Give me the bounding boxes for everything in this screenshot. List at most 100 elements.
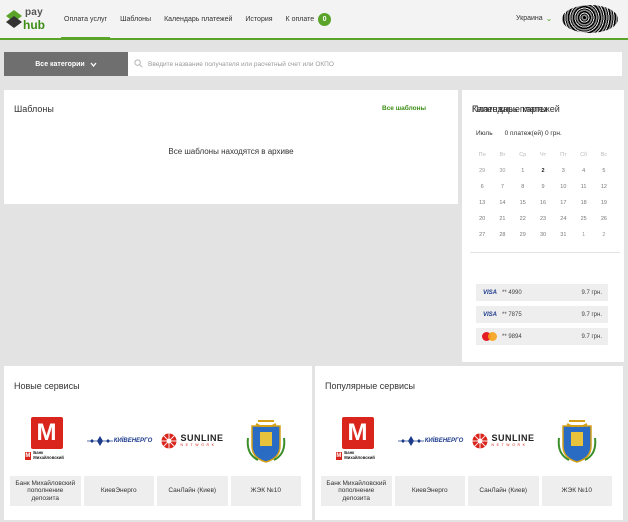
all-categories-button[interactable]: Все категории — [4, 52, 128, 76]
kievenergo-emblem-icon — [86, 436, 113, 446]
nav-pay-services-label: Оплата услуг — [64, 15, 108, 23]
payment-card-row[interactable]: ** 9894 9.7 грн. — [476, 328, 608, 345]
calendar-day[interactable]: 31 — [553, 232, 573, 238]
calendar-day[interactable]: 2 — [533, 168, 553, 174]
popular-services-panel: Популярные сервисы M M Банк Михайловский … — [315, 366, 623, 520]
mastercard-icon — [481, 332, 499, 341]
calendar-day[interactable]: 4 — [573, 168, 593, 174]
calendar-summary: Июль 0 платеж(ей) 0 грн. — [476, 130, 562, 137]
calendar-day[interactable]: 13 — [472, 200, 492, 206]
user-avatar[interactable] — [562, 5, 618, 33]
calendar-week-row: 27 28 29 30 31 1 2 — [472, 227, 622, 243]
calendar-day[interactable]: 23 — [533, 216, 553, 222]
service-logos-row: M M Банк Михайловский КИЇВЕНЕРГО SUNLINE… — [10, 412, 310, 470]
nav-pay-services[interactable]: Оплата услуг — [60, 0, 111, 39]
calendar-day[interactable]: 24 — [553, 216, 573, 222]
sunline-logo[interactable]: SUNLINE NETWORK — [156, 412, 229, 470]
calendar-day[interactable]: 1 — [573, 232, 593, 238]
calendar-day[interactable]: 21 — [492, 216, 512, 222]
calendar-day[interactable]: 25 — [573, 216, 593, 222]
service-tiles-row: Банк Михайловский пополнение депозита Ки… — [321, 476, 621, 506]
nav-history[interactable]: История — [245, 0, 272, 38]
chevron-down-icon: ⌄ — [545, 14, 553, 23]
main-nav: Оплата услуг Шаблоны Календарь платежей … — [60, 0, 344, 39]
calendar-payments-total: 0 платеж(ей) 0 грн. — [504, 130, 562, 137]
calendar-day[interactable]: 7 — [492, 184, 512, 190]
service-tile[interactable]: ЖЭК №10 — [541, 476, 612, 506]
card-number: ** 9894 — [502, 333, 522, 340]
calendar-month[interactable]: Июль — [476, 130, 493, 137]
calendar-day[interactable]: 9 — [533, 184, 553, 190]
calendar-day[interactable]: 8 — [513, 184, 533, 190]
nav-payment-calendar[interactable]: Календарь платежей — [164, 0, 232, 38]
payment-card-row[interactable]: VISA ** 4990 9.7 грн. — [476, 284, 608, 301]
calendar-day[interactable]: 29 — [513, 232, 533, 238]
payment-card-row[interactable]: VISA ** 7875 9.7 грн. — [476, 306, 608, 323]
popular-services-title: Популярные сервисы — [325, 381, 416, 391]
coat-of-arms-icon[interactable] — [229, 412, 302, 470]
service-tile[interactable]: КиевЭнерго — [394, 476, 465, 506]
sunline-sun-icon — [472, 433, 488, 449]
bank-mikhailovsky-logo[interactable]: M M Банк Михайловский — [10, 412, 83, 470]
calendar-weekday: Вс — [600, 152, 608, 158]
coat-of-arms-icon[interactable] — [540, 412, 613, 470]
divider — [470, 252, 620, 253]
calendar-week-row: 29 30 1 2 3 4 5 — [472, 163, 622, 179]
calendar-day[interactable]: 26 — [594, 216, 614, 222]
calendar-day[interactable]: 19 — [594, 200, 614, 206]
nav-to-pay[interactable]: К оплате 0 — [286, 0, 332, 38]
all-templates-link[interactable]: Все шаблоны — [382, 105, 426, 112]
search-icon — [134, 59, 143, 68]
to-pay-count-badge: 0 — [318, 12, 332, 26]
calendar-day[interactable]: 18 — [573, 200, 593, 206]
templates-panel: Шаблоны Все шаблоны Все шаблоны находятс… — [4, 90, 458, 204]
service-tiles-row: Банк Михайловский пополнение депозита Ки… — [10, 476, 310, 506]
calendar-day[interactable]: 16 — [533, 200, 553, 206]
calendar-day[interactable]: 22 — [513, 216, 533, 222]
calendar-day[interactable]: 20 — [472, 216, 492, 222]
visa-icon: VISA — [482, 289, 497, 296]
nav-payment-calendar-label: Календарь платежей — [164, 15, 233, 23]
service-tile[interactable]: Банк Михайловский пополнение депозита — [10, 476, 81, 506]
service-tile[interactable]: СанЛайн (Киев) — [157, 476, 228, 506]
payment-cards-title: Платежные карты — [472, 104, 547, 114]
calendar-day[interactable]: 12 — [594, 184, 614, 190]
calendar-day[interactable]: 27 — [472, 232, 492, 238]
bank-mikhailovsky-logo[interactable]: M M Банк Михайловский — [321, 412, 394, 470]
nav-templates[interactable]: Шаблоны — [120, 0, 151, 38]
calendar-day[interactable]: 11 — [573, 184, 593, 190]
calendar-week-row: 6 7 8 9 10 11 12 — [472, 179, 622, 195]
kievenergo-logo[interactable]: КИЇВЕНЕРГО — [394, 412, 467, 470]
calendar-day[interactable]: 29 — [472, 168, 492, 174]
calendar-day[interactable]: 1 — [513, 168, 533, 174]
calendar-weekday: Вт — [499, 152, 506, 158]
calendar-day[interactable]: 17 — [553, 200, 573, 206]
calendar-weekday: Ср — [519, 152, 527, 158]
calendar-day[interactable]: 10 — [553, 184, 573, 190]
service-tile[interactable]: СанЛайн (Киев) — [468, 476, 539, 506]
payhub-logo[interactable]: pay hub — [4, 6, 50, 32]
service-tile[interactable]: КиевЭнерго — [83, 476, 154, 506]
region-selector[interactable]: Украина ⌄ — [516, 14, 552, 23]
calendar-day[interactable]: 15 — [513, 200, 533, 206]
calendar-day[interactable]: 30 — [492, 168, 512, 174]
calendar-weekday-row: Пн Вт Ср Чт Пт Сб Вс — [472, 147, 622, 163]
calendar-day[interactable]: 3 — [553, 168, 573, 174]
sunline-logo[interactable]: SUNLINE NETWORK — [467, 412, 540, 470]
card-amount: 9.7 грн. — [581, 289, 602, 296]
calendar-day[interactable]: 28 — [492, 232, 512, 238]
calendar-day[interactable]: 14 — [492, 200, 512, 206]
nav-to-pay-label: К оплате — [285, 15, 315, 23]
service-tile[interactable]: ЖЭК №10 — [230, 476, 301, 506]
calendar-grid: Пн Вт Ср Чт Пт Сб Вс 29 30 1 2 3 4 5 6 7 8 9 10 11 12 13 14 15 1… — [472, 147, 622, 243]
calendar-day[interactable]: 6 — [472, 184, 492, 190]
calendar-day[interactable]: 30 — [533, 232, 553, 238]
kievenergo-logo[interactable]: КИЇВЕНЕРГО — [83, 412, 156, 470]
search-input[interactable] — [148, 56, 618, 72]
kievenergo-emblem-icon — [397, 436, 424, 446]
calendar-day[interactable]: 5 — [594, 168, 614, 174]
service-tile[interactable]: Банк Михайловский пополнение депозита — [321, 476, 392, 506]
calendar-day[interactable]: 2 — [594, 232, 614, 238]
search-bar: Все категории — [4, 52, 622, 76]
calendar-weekday: Чт — [539, 152, 547, 158]
